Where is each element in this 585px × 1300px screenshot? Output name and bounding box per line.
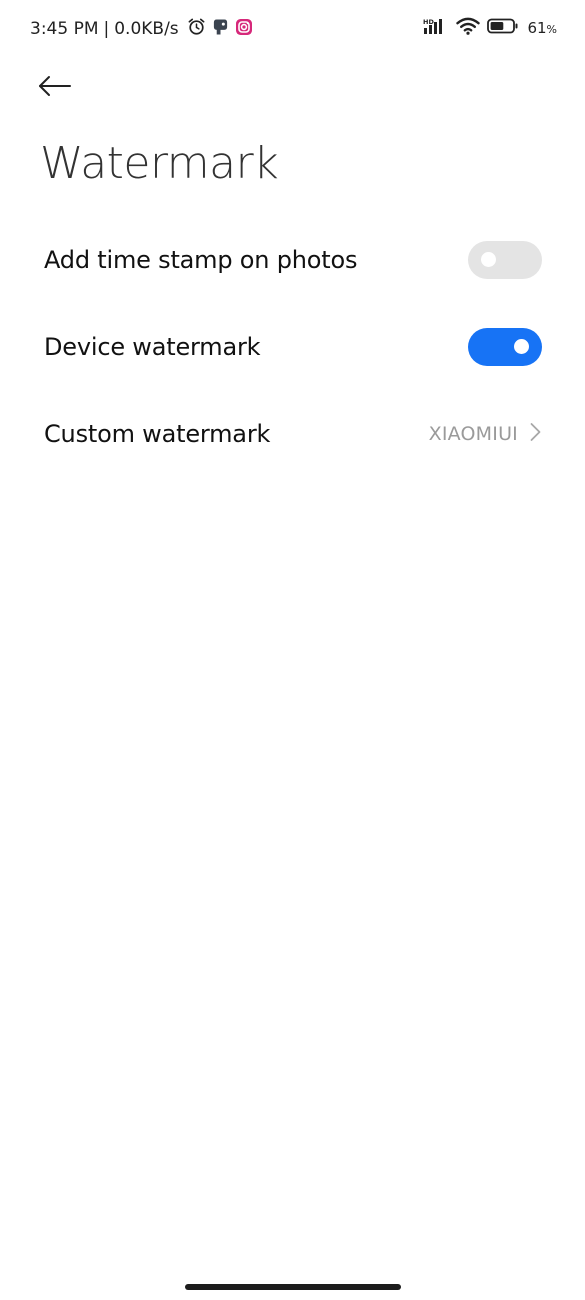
custom-watermark-value-wrap: XIAOMIUI <box>429 422 541 446</box>
app-notification-icon <box>212 18 229 41</box>
status-time: 3:45 PM <box>30 19 99 39</box>
status-separator: | <box>103 19 110 39</box>
toggle-knob <box>481 252 496 267</box>
setting-label-timestamp: Add time stamp on photos <box>44 245 358 274</box>
setting-row-custom-watermark[interactable]: Custom watermark XIAOMIUI <box>0 390 585 477</box>
page-title: Watermark <box>40 138 279 189</box>
instagram-icon <box>235 18 253 41</box>
arrow-left-icon <box>38 75 72 101</box>
setting-label-custom-watermark: Custom watermark <box>44 419 271 448</box>
alarm-icon <box>187 17 206 41</box>
settings-list: Add time stamp on photos Device watermar… <box>0 216 585 477</box>
status-bar: 3:45 PM | 0.0KB/s HD 61% <box>0 0 585 58</box>
status-right: HD 61% <box>423 17 557 39</box>
setting-label-device-watermark: Device watermark <box>44 332 261 361</box>
network-speed: 0.0KB/s <box>114 19 179 39</box>
timestamp-toggle[interactable] <box>468 240 542 279</box>
wifi-icon <box>456 17 481 39</box>
setting-row-device-watermark[interactable]: Device watermark <box>0 303 585 390</box>
battery-percent-value: 61 <box>527 19 547 37</box>
svg-text:HD: HD <box>423 18 434 26</box>
custom-watermark-value: XIAOMIUI <box>428 422 518 445</box>
battery-percent-unit: % <box>546 23 557 36</box>
back-button[interactable] <box>38 66 86 110</box>
chevron-right-icon <box>530 422 541 446</box>
device-watermark-toggle[interactable] <box>468 327 542 366</box>
status-left: 3:45 PM | 0.0KB/s <box>30 17 253 41</box>
hd-signal-icon: HD <box>423 17 449 39</box>
home-indicator[interactable] <box>185 1284 401 1290</box>
setting-row-timestamp[interactable]: Add time stamp on photos <box>0 216 585 303</box>
battery-percent: 61% <box>527 19 557 37</box>
notification-icons <box>187 17 253 41</box>
battery-icon <box>487 17 519 39</box>
toggle-knob <box>514 339 529 354</box>
